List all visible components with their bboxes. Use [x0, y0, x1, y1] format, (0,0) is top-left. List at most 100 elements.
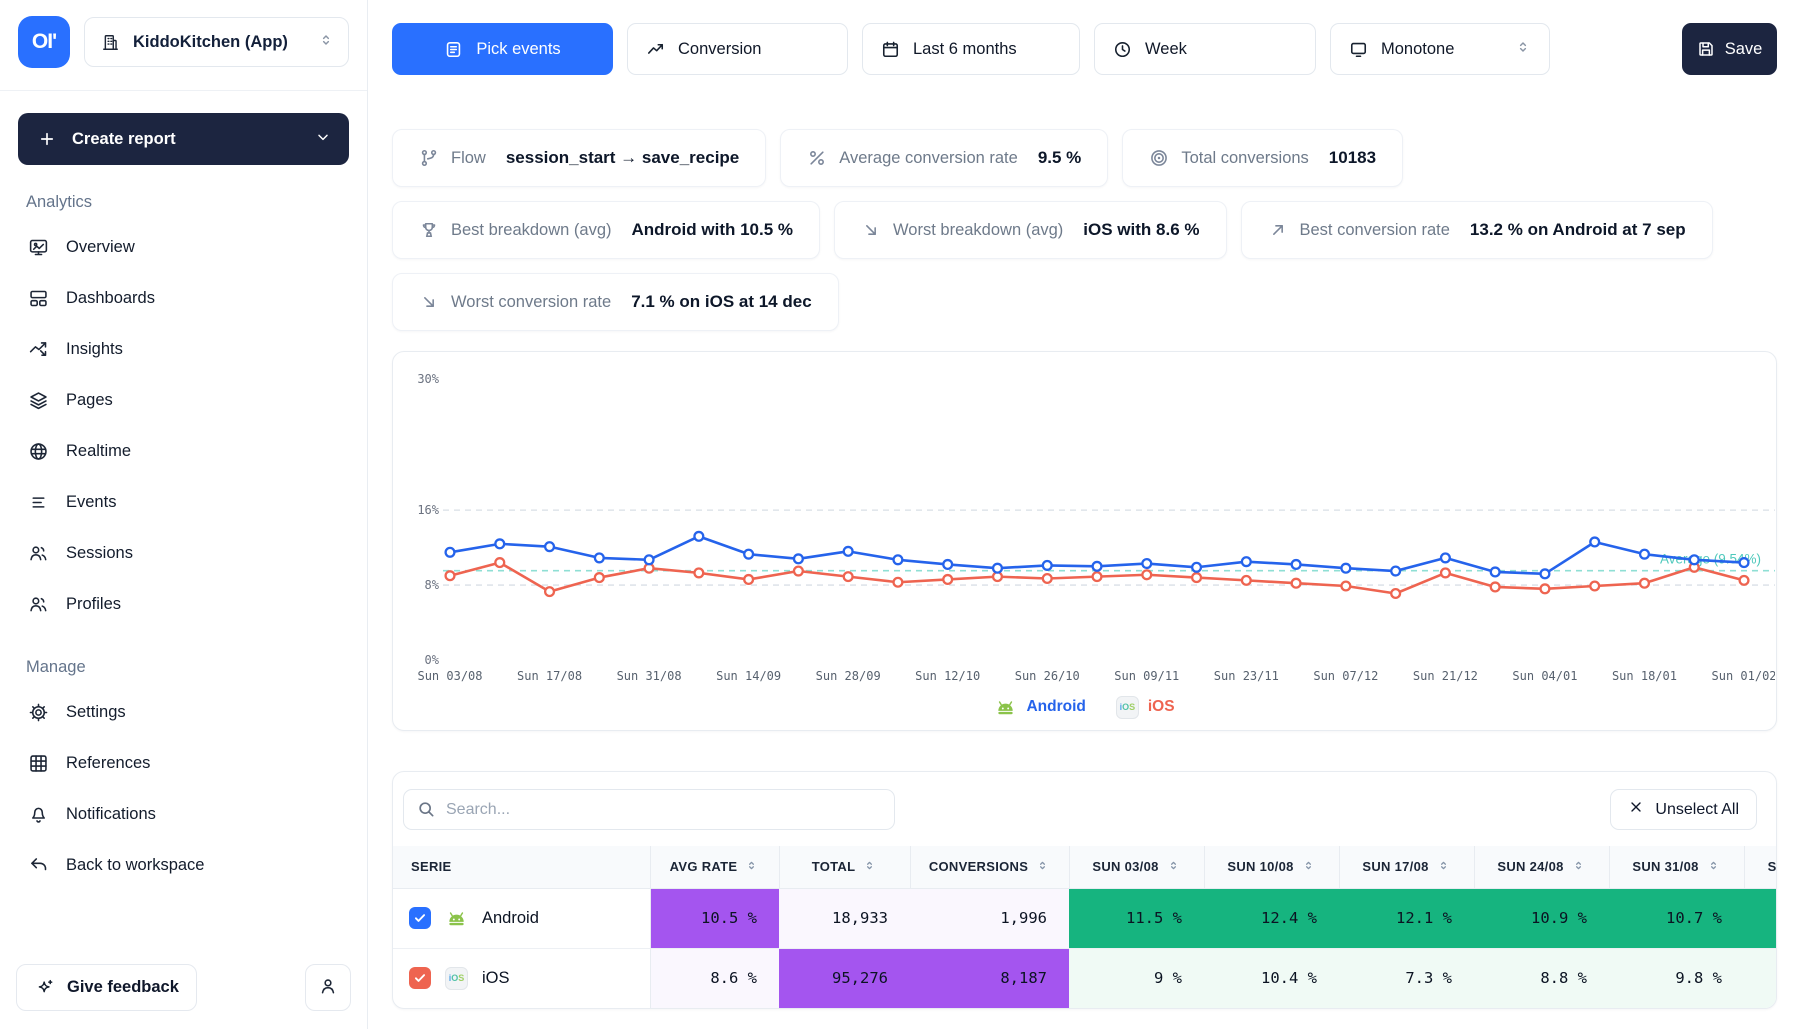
chart-legend: Android iOS iOS: [393, 688, 1776, 726]
clock-icon: [1113, 40, 1132, 59]
chevron-down-icon: [315, 129, 331, 150]
sidebar-nav: Create report Analytics Overview Dashboa…: [0, 91, 367, 964]
sidebar-item-label: Events: [66, 493, 116, 512]
week-value-cell: 12.1 %: [1339, 888, 1474, 948]
svg-text:Sun 09/11: Sun 09/11: [1114, 669, 1179, 683]
pick-events-icon: [444, 40, 463, 59]
svg-text:Sun 03/08: Sun 03/08: [417, 669, 482, 683]
trending-up-icon: [646, 40, 665, 59]
sidebar-item-notifications[interactable]: Notifications: [18, 789, 349, 840]
sort-icon[interactable]: [1035, 858, 1050, 876]
svg-text:Sun 07/12: Sun 07/12: [1313, 669, 1378, 683]
calendar-icon: [881, 40, 900, 59]
week-value-cell: 10.7 %: [1609, 888, 1744, 948]
column-header-sun-17/08[interactable]: SUN 17/08: [1339, 846, 1474, 888]
account-button[interactable]: [305, 964, 351, 1011]
conversion-button[interactable]: Conversion: [627, 23, 848, 75]
conversion-chart-card: Average (9.54%)0%8%16%30%Sun 03/08Sun 17…: [392, 351, 1777, 731]
sidebar-item-label: Dashboards: [66, 289, 155, 308]
sidebar-item-sessions[interactable]: Sessions: [18, 528, 349, 579]
workspace-name: KiddoKitchen (App): [133, 33, 288, 52]
sidebar-item-label: References: [66, 754, 150, 773]
series-table-card: Unselect All SERIEAVG RATETOTALCONVERSIO…: [392, 771, 1777, 1009]
sort-icon[interactable]: [862, 858, 877, 876]
row-checkbox[interactable]: [409, 907, 431, 929]
column-header-sun-03/08[interactable]: SUN 03/08: [1069, 846, 1204, 888]
svg-text:Sun 01/02: Sun 01/02: [1712, 669, 1775, 683]
unselect-all-label: Unselect All: [1655, 801, 1739, 819]
best-rate-label: Best conversion rate: [1300, 221, 1450, 240]
column-header-serie[interactable]: SERIE: [393, 846, 650, 888]
avg-rate-cell: 8.6 %: [650, 948, 779, 1008]
sort-icon[interactable]: [1706, 858, 1721, 876]
sort-icon[interactable]: [1571, 858, 1586, 876]
column-header-sun-10/08[interactable]: SUN 10/08: [1204, 846, 1339, 888]
sidebar-item-settings[interactable]: Settings: [18, 687, 349, 738]
sidebar-item-dashboards[interactable]: Dashboards: [18, 273, 349, 324]
legend-ios[interactable]: iOS iOS: [1116, 696, 1175, 719]
granularity-button[interactable]: Week: [1094, 23, 1316, 75]
create-report-button[interactable]: Create report: [18, 113, 349, 165]
sort-icon[interactable]: [1301, 858, 1316, 876]
sort-icon[interactable]: [1436, 858, 1451, 876]
svg-text:0%: 0%: [425, 653, 440, 667]
table-row-ios: iOS iOS 8.6 %95,2768,1879 %10.4 %7.3 %8.…: [393, 948, 1776, 1008]
section-label-analytics: Analytics: [26, 193, 341, 212]
column-header-conversions[interactable]: CONVERSIONS: [910, 846, 1069, 888]
target-icon: [1149, 148, 1169, 168]
plus-icon: [36, 128, 58, 150]
dashboards-icon: [27, 288, 49, 310]
chart-style-select[interactable]: Monotone: [1330, 23, 1550, 75]
flow-stat: Flow session_start → save_recipe: [392, 129, 766, 187]
row-checkbox[interactable]: [409, 967, 431, 989]
conversions-cell: 8,187: [910, 948, 1069, 1008]
legend-label: Android: [1026, 698, 1085, 716]
column-header-sun-31/08[interactable]: SUN 31/08: [1609, 846, 1744, 888]
date-range-button[interactable]: Last 6 months: [862, 23, 1080, 75]
sidebar-item-events[interactable]: Events: [18, 477, 349, 528]
report-toolbar: Pick events Conversion Last 6 months Wee…: [392, 23, 1777, 75]
give-feedback-button[interactable]: Give feedback: [16, 964, 197, 1011]
workspace-selector[interactable]: KiddoKitchen (App): [84, 17, 349, 67]
sidebar-item-overview[interactable]: Overview: [18, 222, 349, 273]
pick-events-button[interactable]: Pick events: [392, 23, 613, 75]
overview-icon: [27, 237, 49, 259]
total-conversions-stat: Total conversions 10183: [1122, 129, 1403, 187]
column-header-total[interactable]: TOTAL: [779, 846, 910, 888]
sidebar-item-label: Profiles: [66, 595, 121, 614]
close-icon: [1628, 799, 1644, 820]
sort-icon[interactable]: [744, 858, 759, 876]
column-header-sun-07/09[interactable]: SUN 07/09: [1744, 846, 1776, 888]
sidebar-item-references[interactable]: References: [18, 738, 349, 789]
stats-row-3: Worst conversion rate 7.1 % on iOS at 14…: [392, 273, 1777, 331]
sidebar-item-profiles[interactable]: Profiles: [18, 579, 349, 630]
sessions-icon: [27, 543, 49, 565]
total-conversions-value: 10183: [1329, 148, 1376, 168]
date-range-label: Last 6 months: [913, 40, 1017, 59]
arrow-down-right-icon: [861, 220, 881, 240]
section-label-manage: Manage: [26, 658, 341, 677]
search-input[interactable]: [403, 789, 895, 830]
svg-text:Sun 26/10: Sun 26/10: [1015, 669, 1080, 683]
flow-value: session_start → save_recipe: [506, 148, 739, 168]
svg-text:Sun 31/08: Sun 31/08: [617, 669, 682, 683]
serie-name: Android: [482, 909, 539, 928]
column-header-sun-24/08[interactable]: SUN 24/08: [1474, 846, 1609, 888]
legend-android[interactable]: Android: [994, 696, 1085, 719]
sidebar-item-insights[interactable]: Insights: [18, 324, 349, 375]
sidebar-item-back-to-workspace[interactable]: Back to workspace: [18, 840, 349, 891]
save-button[interactable]: Save: [1682, 23, 1777, 75]
sidebar-item-realtime[interactable]: Realtime: [18, 426, 349, 477]
column-header-avg-rate[interactable]: AVG RATE: [650, 846, 779, 888]
app-root: OI' KiddoKitchen (App) Create report: [0, 0, 1800, 1029]
sort-icon[interactable]: [1166, 858, 1181, 876]
sidebar-item-pages[interactable]: Pages: [18, 375, 349, 426]
chart-style-label: Monotone: [1381, 40, 1454, 59]
flow-icon: [419, 148, 439, 168]
sidebar-item-label: Back to workspace: [66, 856, 204, 875]
week-value-cell: 9.3 %: [1744, 948, 1776, 1008]
svg-text:Sun 21/12: Sun 21/12: [1413, 669, 1478, 683]
worst-breakdown-label: Worst breakdown (avg): [893, 221, 1063, 240]
pick-events-label: Pick events: [476, 40, 560, 59]
unselect-all-button[interactable]: Unselect All: [1610, 789, 1757, 830]
